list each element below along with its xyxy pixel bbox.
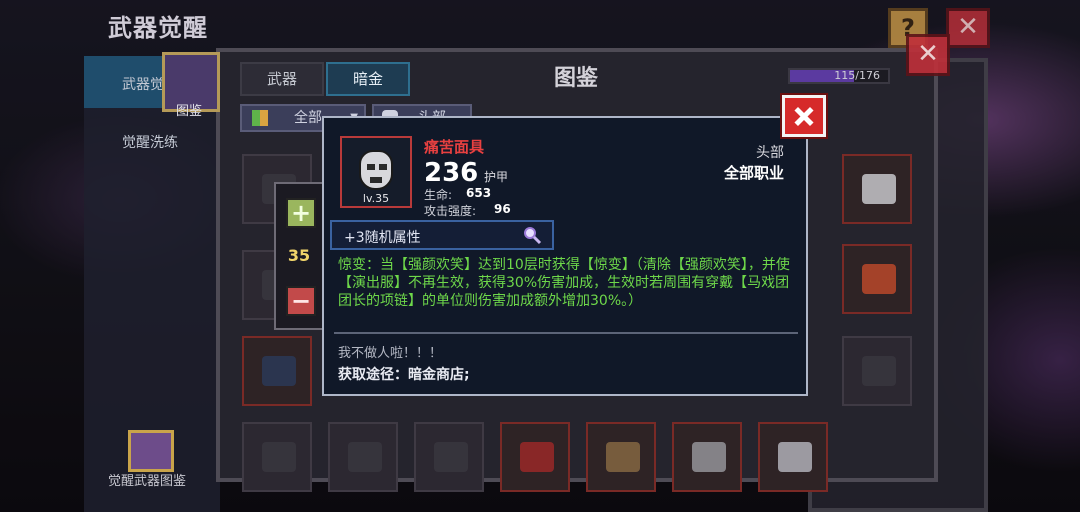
item-icon	[862, 174, 896, 204]
armor-value: 236	[424, 158, 479, 188]
item-slot-type: 头部	[756, 145, 784, 161]
divider	[334, 332, 798, 334]
obtain-source: 获取途径：暗金商店;	[338, 367, 470, 383]
collection-progress: 115/176	[788, 68, 890, 84]
progress-text: 115/176	[834, 69, 880, 82]
armor-label: 护甲	[484, 170, 509, 184]
effect-description: 惊变：当【强颜欢笑】达到10层时获得【惊变】（清除【强颜欢笑】，并使【演出服】不…	[338, 257, 790, 309]
filter-label: 全部	[294, 110, 322, 126]
item-name: 痛苦面具	[424, 138, 485, 156]
stat-value: 653	[466, 186, 492, 200]
close-codex-button[interactable]: ✕	[906, 34, 950, 76]
random-attribute-box[interactable]: +3随机属性	[330, 220, 554, 250]
item-class: 全部职业	[723, 164, 784, 182]
item-icon	[262, 442, 296, 472]
item-cell[interactable]	[758, 422, 828, 492]
mask-eye	[367, 164, 375, 170]
headphones-icon	[692, 442, 726, 472]
codex-book-label: 图鉴	[176, 104, 203, 119]
item-detail-popup: lv.35 痛苦面具 236 护甲 生命: 653 攻击强度: 96 头部 全部…	[322, 116, 808, 396]
tab-dark-gold[interactable]: 暗金	[326, 62, 410, 96]
item-icon	[520, 442, 554, 472]
magnifier-icon[interactable]	[522, 225, 542, 245]
panel-title: 图鉴	[554, 66, 599, 91]
item-icon	[862, 356, 896, 386]
item-icon	[434, 442, 468, 472]
flavor-text: 我不做人啦！！！	[338, 346, 443, 361]
level-increase-button[interactable]: +	[286, 198, 316, 228]
item-cell[interactable]	[328, 422, 398, 492]
tab-weapon[interactable]: 武器	[240, 62, 324, 96]
awaken-codex-label: 觉醒武器图鉴	[108, 474, 187, 489]
category-icon	[252, 110, 268, 126]
item-cell[interactable]	[500, 422, 570, 492]
item-cell[interactable]	[242, 336, 312, 406]
item-level: lv.35	[362, 192, 390, 205]
awaken-codex-icon[interactable]	[128, 430, 174, 472]
item-cell[interactable]	[842, 154, 912, 224]
nav-item-awaken-reroll[interactable]: 觉醒洗练	[84, 120, 220, 160]
item-cell[interactable]	[672, 422, 742, 492]
flame-icon	[862, 264, 896, 294]
popup-close-button[interactable]	[782, 95, 826, 137]
stat-name: 生命:	[424, 188, 453, 202]
item-cell[interactable]	[242, 422, 312, 492]
stat-value: 96	[494, 202, 511, 216]
level-stepper: + 35 −	[274, 182, 324, 330]
mask-mouth	[370, 177, 382, 183]
close-page-button[interactable]: ✕	[946, 8, 990, 48]
level-value: 35	[287, 246, 311, 265]
nav-item-label: 觉醒洗练	[122, 135, 178, 151]
stat-name: 攻击强度:	[424, 204, 477, 218]
item-cell[interactable]	[842, 336, 912, 406]
mask-eye	[379, 164, 387, 170]
random-attribute-label: +3随机属性	[344, 230, 421, 246]
item-cell[interactable]	[842, 244, 912, 314]
page-title: 武器觉醒	[108, 14, 208, 42]
item-icon	[348, 442, 382, 472]
item-icon	[778, 442, 812, 472]
item-icon	[606, 442, 640, 472]
item-cell[interactable]	[586, 422, 656, 492]
level-decrease-button[interactable]: −	[286, 286, 316, 316]
item-slot: lv.35	[340, 136, 412, 208]
helmet-icon	[262, 356, 296, 386]
item-cell[interactable]	[414, 422, 484, 492]
mask-icon	[359, 150, 393, 190]
